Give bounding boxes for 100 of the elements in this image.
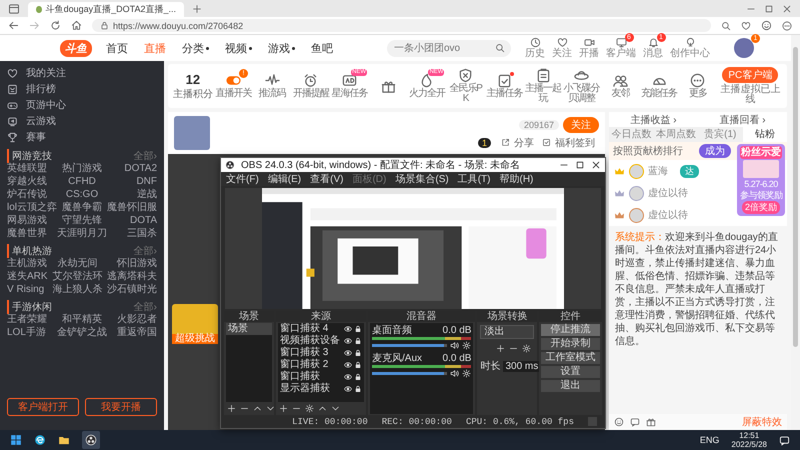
- game-link[interactable]: CS:GO: [57, 189, 108, 201]
- move-down-icon[interactable]: [266, 404, 275, 413]
- close-icon[interactable]: [591, 160, 601, 170]
- chat-icon[interactable]: [630, 417, 640, 427]
- emoji-icon[interactable]: [614, 417, 624, 427]
- more-icon[interactable]: [782, 20, 792, 30]
- source-item[interactable]: 窗口捕获: [278, 371, 342, 383]
- bell-icon[interactable]: [648, 37, 658, 48]
- panel-tab[interactable]: 钻粉: [742, 127, 787, 142]
- lock-icon[interactable]: [354, 325, 362, 333]
- dropdown-dot[interactable]: [206, 46, 209, 50]
- promo-button[interactable]: 2倍奖励: [742, 201, 780, 214]
- notification-icon[interactable]: [779, 434, 790, 446]
- sidebar-item[interactable]: 云游戏: [26, 114, 56, 128]
- game-link[interactable]: 逆战: [107, 189, 158, 201]
- nav-link[interactable]: 分类: [182, 40, 204, 56]
- tab-actions-icon[interactable]: [8, 2, 20, 14]
- back-icon[interactable]: [8, 20, 19, 31]
- move-up-icon[interactable]: [318, 404, 327, 413]
- tool-label[interactable]: 主播一起玩: [524, 84, 562, 104]
- game-link[interactable]: lol云顶之弈: [7, 202, 58, 214]
- clock-icon[interactable]: [530, 37, 540, 48]
- game-link[interactable]: 三国杀: [107, 228, 158, 240]
- pc-client-button[interactable]: PC客户端: [722, 67, 778, 83]
- share-icon[interactable]: [501, 138, 510, 147]
- source-item[interactable]: 视频捕获设备: [278, 335, 342, 347]
- game-link[interactable]: V Rising: [7, 284, 48, 296]
- nav-link[interactable]: 游戏: [268, 40, 290, 56]
- waveform-icon[interactable]: [264, 73, 280, 88]
- game-link[interactable]: DOTA: [107, 215, 158, 227]
- logo[interactable]: 斗鱼: [60, 40, 92, 56]
- eye-icon[interactable]: [344, 385, 352, 393]
- ranking-icon[interactable]: [7, 84, 18, 94]
- heart-icon[interactable]: [7, 68, 18, 78]
- game-link[interactable]: 英雄联盟: [7, 163, 58, 175]
- language-indicator[interactable]: ENG: [700, 435, 720, 445]
- menu-item[interactable]: 文件(F): [226, 172, 259, 186]
- tool-label[interactable]: 全民乐PK: [446, 84, 484, 104]
- menu-item[interactable]: 帮助(H): [499, 172, 534, 186]
- menu-item[interactable]: 场景集合(S): [395, 172, 449, 186]
- lock-icon[interactable]: [354, 349, 362, 357]
- settings-icon[interactable]: [462, 341, 472, 350]
- game-link[interactable]: 重返帝国: [117, 327, 157, 339]
- sidebar-item[interactable]: 我的关注: [26, 66, 66, 80]
- game-link[interactable]: 热门游戏: [57, 163, 108, 175]
- control-button[interactable]: 停止推流: [541, 324, 600, 336]
- tool-label[interactable]: 充能任务: [641, 89, 678, 99]
- game-link[interactable]: 怀旧游戏: [107, 258, 157, 270]
- tool-label[interactable]: 友邻: [611, 89, 630, 99]
- more-link[interactable]: 全部›: [134, 149, 157, 163]
- nav-link[interactable]: 视频: [225, 40, 247, 56]
- game-link[interactable]: DNF: [107, 176, 158, 188]
- game-link[interactable]: 沙石镇时光: [107, 284, 157, 296]
- scene-item[interactable]: 场景: [226, 323, 272, 335]
- clipboard-icon[interactable]: [536, 68, 550, 83]
- settings-icon[interactable]: [305, 404, 314, 413]
- favorite-icon[interactable]: [741, 20, 751, 30]
- tool-label[interactable]: 更多: [688, 89, 707, 99]
- control-button[interactable]: 退出: [541, 380, 600, 392]
- monitor-icon[interactable]: [7, 116, 18, 126]
- shield-icon[interactable]: [458, 68, 474, 83]
- bulb-icon[interactable]: [684, 37, 696, 48]
- panel-link[interactable]: 主播收益 ›: [630, 112, 677, 126]
- tool-label[interactable]: 火力全开: [408, 89, 445, 99]
- header-action-label[interactable]: 创作中心: [670, 48, 710, 59]
- tool-label[interactable]: 推流码: [258, 89, 286, 99]
- nav-link[interactable]: 鱼吧: [311, 40, 333, 56]
- header-action-label[interactable]: 历史: [525, 48, 545, 59]
- address-field[interactable]: https://www.douyu.com/2706482: [92, 19, 711, 32]
- game-link[interactable]: 守望先锋: [57, 215, 108, 227]
- game-link[interactable]: CFHD: [57, 176, 108, 188]
- eye-icon[interactable]: [344, 373, 352, 381]
- eye-icon[interactable]: [344, 361, 352, 369]
- panel-link[interactable]: 直播回看 ›: [719, 112, 766, 126]
- add-icon[interactable]: [227, 404, 236, 413]
- duration-field[interactable]: 300 ms: [503, 360, 540, 372]
- clock-date[interactable]: 2022/5/28: [731, 440, 767, 449]
- lock-icon[interactable]: [354, 361, 362, 369]
- game-link[interactable]: 魔兽世界: [7, 228, 58, 240]
- tool-label[interactable]: 开播提醒: [292, 89, 329, 99]
- tool-label[interactable]: 星海任务: [332, 89, 368, 99]
- dropdown-dot[interactable]: [292, 46, 295, 50]
- control-button[interactable]: 开始录制: [541, 338, 600, 350]
- clock-time[interactable]: 12:51: [739, 431, 760, 440]
- sidebar-button[interactable]: 客户端打开: [7, 398, 79, 416]
- more-link[interactable]: 全部›: [134, 244, 157, 258]
- move-down-icon[interactable]: [331, 404, 340, 413]
- user-avatar[interactable]: [734, 38, 754, 58]
- control-button[interactable]: 设置: [541, 366, 600, 378]
- sidebar-item[interactable]: 排行榜: [26, 82, 56, 96]
- checklist-icon[interactable]: [496, 73, 512, 88]
- volume-slider[interactable]: [372, 344, 448, 347]
- panel-tab[interactable]: 今日点数: [609, 127, 654, 142]
- trophy-icon[interactable]: [7, 132, 18, 142]
- game-link[interactable]: 炉石传说: [7, 189, 58, 201]
- search-icon[interactable]: [495, 43, 505, 53]
- ufo-icon[interactable]: [574, 68, 590, 83]
- flame-icon[interactable]: [419, 73, 434, 88]
- tool-label[interactable]: 直播开关: [216, 89, 252, 99]
- game-link[interactable]: LOL手游: [7, 327, 47, 339]
